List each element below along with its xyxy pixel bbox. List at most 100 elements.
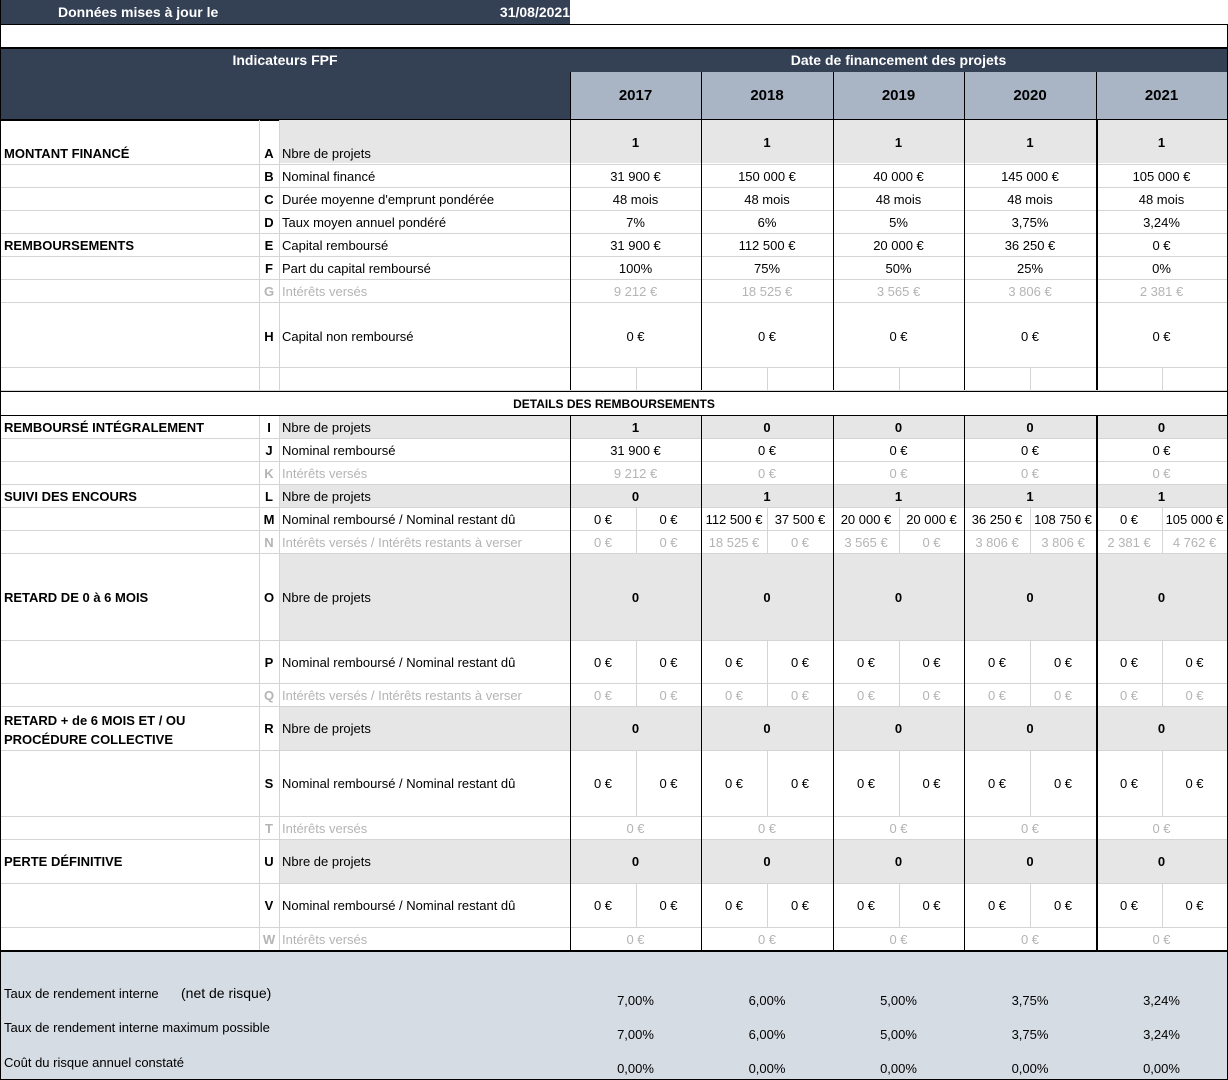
row-letter: T: [265, 820, 273, 836]
cell-value: 48 mois: [612, 191, 659, 207]
grid-line: [833, 120, 834, 390]
row-label: Intérêts versés / Intérêts restants à ve…: [282, 534, 522, 550]
cell-value: 31 900 €: [610, 237, 661, 253]
cell-value: 0 €: [922, 654, 941, 670]
cell-value: 0 €: [1152, 931, 1171, 947]
cell-value: 0: [763, 419, 771, 435]
cell-value: 31 900 €: [610, 168, 661, 184]
row-letter: L: [265, 488, 273, 504]
grid-line: [767, 751, 768, 816]
cell-value: 0 €: [790, 534, 810, 550]
cell-value: 0: [1026, 854, 1034, 869]
cell-value: 0 €: [790, 654, 810, 670]
cell-value: 105 000 €: [1165, 511, 1224, 527]
grid-line: [767, 508, 768, 553]
grid-line: [1096, 416, 1098, 950]
grid-line: [0, 683, 1228, 684]
cell-value: 0: [894, 854, 903, 869]
cell-value: 0 €: [659, 654, 678, 670]
row-letter: M: [263, 511, 275, 527]
grid-line: [0, 530, 1228, 531]
grid-line: [899, 368, 900, 390]
cell-value: 18 525 €: [708, 534, 760, 550]
grid-line: [570, 72, 571, 119]
cell-value: 6%: [757, 214, 777, 230]
row-letter: V: [264, 898, 274, 913]
cell-value: 0 €: [889, 465, 908, 481]
grid-line: [0, 640, 1228, 641]
grid-line: [0, 256, 1228, 257]
row-letter: F: [265, 260, 273, 276]
row-letter: J: [265, 442, 273, 458]
cell-value: 0: [763, 721, 771, 736]
cell-value: 0 €: [1020, 328, 1040, 344]
grid-line: [636, 884, 637, 927]
grid-line: [0, 164, 1228, 165]
cell-value: 0 €: [790, 776, 810, 791]
cell-value: 0 €: [1185, 687, 1204, 703]
cell-value: 0 €: [1053, 898, 1073, 913]
cell-value: 0 €: [659, 687, 678, 703]
row-label: Nominal financé: [282, 168, 376, 184]
cell-value: 0: [1026, 721, 1034, 736]
section-retard-6-line1: RETARD + de 6 MOIS ET / OU: [4, 712, 186, 728]
cell-value: 20 000 €: [840, 511, 892, 527]
row-letter: P: [264, 654, 274, 670]
row-label: Nbre de projets: [282, 589, 371, 605]
row-label: Capital non remboursé: [282, 328, 414, 344]
indicators-title: Indicateurs FPF: [232, 52, 338, 68]
cell-value: 0 €: [626, 931, 645, 947]
cell-value: 3,75%: [1011, 214, 1049, 230]
cell-value: 0 €: [922, 898, 941, 913]
cell-value: 0 €: [659, 776, 678, 791]
cell-value: 3 806 €: [975, 534, 1019, 550]
grid-line: [0, 816, 1228, 817]
cell-value: 1: [894, 134, 903, 150]
row-letter: O: [263, 589, 275, 605]
grid-line: [833, 416, 834, 950]
tri-net-value: 6,00%: [748, 992, 786, 1008]
row-label: Intérêts versés / Intérêts restants à ve…: [282, 687, 522, 703]
grid-line: [899, 641, 900, 706]
row-label: Nbre de projets: [282, 145, 371, 161]
row-label: Nbre de projets: [282, 854, 371, 869]
row-letter: I: [267, 419, 271, 435]
cell-value: 0 €: [1119, 654, 1139, 670]
cell-value: 50%: [885, 260, 912, 276]
section-retard-0-6: RETARD DE 0 à 6 MOIS: [4, 589, 149, 605]
grid-line: [964, 120, 965, 390]
row-letter: U: [264, 854, 274, 869]
cell-value: 0 €: [1185, 654, 1204, 670]
cout-risque-value: 0,00%: [880, 1060, 917, 1076]
grid-line: [0, 461, 1228, 462]
cell-value: 0 €: [889, 931, 908, 947]
cell-value: 0 €: [593, 654, 613, 670]
cell-value: 0 €: [593, 898, 613, 913]
section-details: DETAILS DES REMBOURSEMENTS: [513, 397, 715, 411]
row-label: Intérêts versés: [282, 465, 368, 481]
cell-value: 20 000 €: [906, 511, 957, 527]
cell-value: 0 €: [1119, 898, 1139, 913]
cell-value: 75%: [753, 260, 781, 276]
row-label: Nominal remboursé / Nominal restant dû: [282, 511, 516, 527]
cout-risque-value: 0,00%: [1143, 1060, 1180, 1076]
grid-line: [0, 706, 1228, 707]
grid-line: [0, 302, 1228, 303]
cell-value: 1: [1026, 134, 1034, 150]
cout-risque-value: 0,00%: [748, 1060, 786, 1076]
cell-value: 0: [894, 589, 903, 605]
grid-line: [0, 750, 1228, 751]
row-label: Durée moyenne d'emprunt pondérée: [282, 191, 495, 207]
tri-max-value: 7,00%: [617, 1026, 654, 1042]
date-title: Date de financement des projets: [790, 52, 1007, 68]
row-label: Intérêts versés: [282, 931, 368, 947]
cell-value: 40 000 €: [873, 168, 924, 184]
cell-value: 1: [631, 134, 640, 150]
row-letter: E: [264, 237, 274, 253]
cell-value: 2 381 €: [1107, 534, 1151, 550]
cell-value: 36 250 €: [971, 511, 1023, 527]
row-letter: C: [264, 191, 274, 207]
cell-value: 3 806 €: [1008, 283, 1052, 299]
tri-max-value: 6,00%: [748, 1026, 786, 1042]
cell-value: 0 €: [889, 442, 908, 458]
